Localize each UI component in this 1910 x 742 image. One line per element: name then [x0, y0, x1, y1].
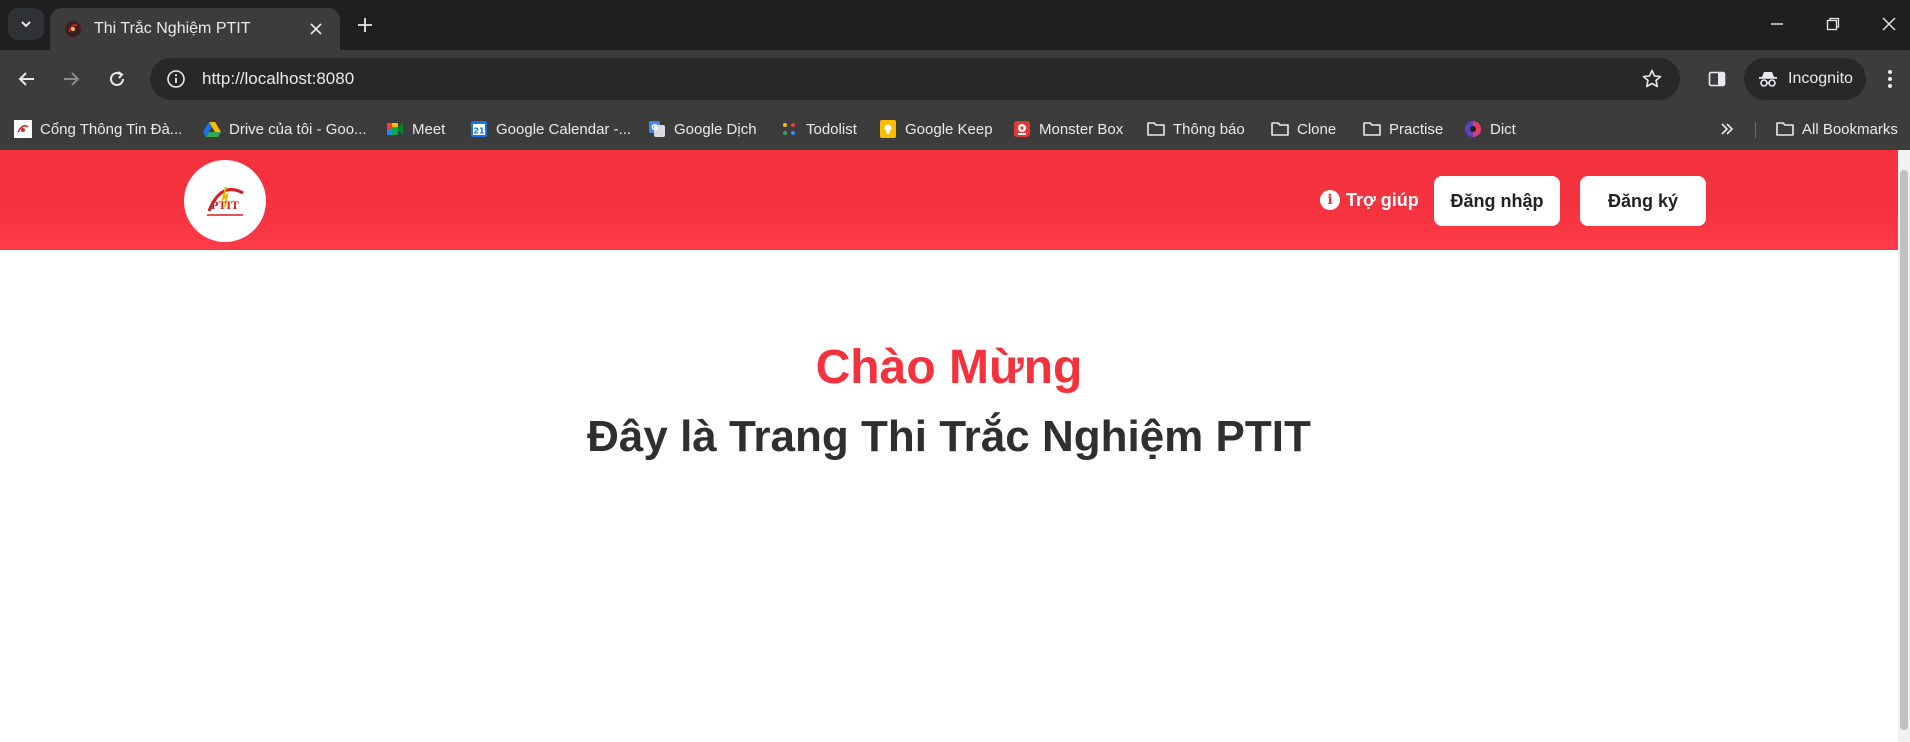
close-icon — [1882, 17, 1896, 31]
arrow-right-icon — [64, 72, 80, 86]
bookmark-item[interactable]: G Google Dịch — [648, 116, 757, 142]
help-link[interactable]: i Trợ giúp — [1320, 186, 1419, 214]
register-button[interactable]: Đăng ký — [1580, 176, 1706, 226]
restore-icon — [1826, 17, 1840, 31]
side-panel-button[interactable] — [1698, 60, 1736, 98]
browser-toolbar: http://localhost:8080 Incognito — [0, 50, 1910, 108]
help-label: Trợ giúp — [1346, 189, 1419, 210]
incognito-label: Incognito — [1788, 70, 1853, 87]
browser-menu-button[interactable] — [1874, 60, 1906, 98]
url-text[interactable]: http://localhost:8080 — [202, 69, 1632, 89]
bookmark-label: Cổng Thông Tin Đà... — [40, 120, 183, 138]
bookmark-item[interactable]: Drive của tôi - Goo... — [203, 116, 367, 142]
welcome-subtitle: Đây là Trang Thi Trắc Nghiệm PTIT — [587, 412, 1311, 461]
ptit-favicon — [64, 20, 82, 38]
new-tab-button[interactable] — [350, 12, 380, 38]
todolist-icon — [780, 120, 798, 138]
bookmarks-bar: Cổng Thông Tin Đà... Drive của tôi - Goo… — [0, 108, 1910, 150]
close-window-button[interactable] — [1866, 6, 1910, 42]
bookmark-label: Monster Box — [1039, 120, 1124, 138]
bookmark-label: Dict — [1490, 120, 1516, 138]
welcome-heading: Chào Mừng — [815, 341, 1083, 394]
close-tab-icon[interactable] — [306, 19, 326, 39]
tab-title: Thi Trắc Nghiệm PTIT — [94, 20, 251, 37]
folder-icon — [1776, 120, 1794, 138]
google-calendar-icon: 21 — [470, 120, 488, 138]
plus-icon — [358, 18, 372, 32]
folder-icon — [1147, 120, 1165, 138]
more-bookmarks-button[interactable] — [1712, 116, 1742, 142]
site-info-icon[interactable] — [154, 58, 198, 100]
bookmark-star-icon[interactable] — [1632, 58, 1672, 100]
svg-text:G: G — [651, 123, 658, 132]
bookmark-label: Google Calendar -... — [496, 120, 632, 138]
bookmark-label: Drive của tôi - Goo... — [229, 120, 367, 138]
more-vertical-icon — [1888, 70, 1892, 88]
bookmark-label: Clone — [1297, 120, 1337, 138]
reload-icon — [110, 71, 124, 86]
side-panel-icon — [1708, 71, 1726, 87]
google-drive-icon — [203, 120, 221, 138]
active-tab[interactable]: Thi Trắc Nghiệm PTIT — [50, 8, 340, 50]
bookmark-item[interactable]: Dict — [1464, 116, 1516, 142]
folder-icon — [1363, 120, 1381, 138]
minimize-icon — [1771, 23, 1783, 25]
bookmark-folder[interactable]: Thông báo — [1147, 116, 1245, 142]
restore-button[interactable] — [1810, 6, 1856, 42]
ptit-logo-icon: PTIT — [207, 186, 244, 216]
bookmark-item[interactable]: 21 Google Calendar -... — [470, 116, 631, 142]
bookmark-item[interactable]: Cổng Thông Tin Đà... — [14, 116, 182, 142]
reload-button[interactable] — [98, 60, 136, 98]
ptit-favicon — [14, 120, 32, 138]
bookmark-item[interactable]: Google Keep — [879, 116, 993, 142]
tab-strip: Thi Trắc Nghiệm PTIT — [0, 0, 1910, 50]
address-bar[interactable]: http://localhost:8080 — [150, 58, 1680, 100]
scrollbar-thumb[interactable] — [1900, 170, 1908, 730]
bookmark-label: Meet — [412, 120, 446, 138]
monster-box-icon — [1013, 120, 1031, 138]
tab-search-button[interactable] — [8, 8, 44, 40]
back-button[interactable] — [8, 60, 46, 98]
svg-text:21: 21 — [473, 127, 485, 136]
google-keep-icon — [879, 120, 897, 138]
bookmark-item[interactable]: Meet — [386, 116, 445, 142]
bookmarks-divider — [1755, 122, 1756, 138]
all-bookmarks-label: All Bookmarks — [1802, 120, 1898, 138]
double-chevron-right-icon — [1721, 123, 1734, 135]
bookmark-label: Thông báo — [1173, 120, 1245, 138]
login-button[interactable]: Đăng nhập — [1434, 176, 1560, 226]
page-viewport: PTIT i Trợ giúp Đăng nhập Đăng ký Chào M… — [0, 150, 1910, 742]
google-meet-icon — [386, 120, 404, 138]
bookmark-folder[interactable]: Practise — [1363, 116, 1443, 142]
chevron-down-icon — [21, 21, 31, 28]
dict-icon — [1464, 120, 1482, 138]
info-icon: i — [1320, 190, 1340, 210]
all-bookmarks-button[interactable]: All Bookmarks — [1776, 116, 1898, 142]
forward-button[interactable] — [52, 60, 90, 98]
page-scrollbar[interactable] — [1898, 150, 1910, 742]
incognito-badge[interactable]: Incognito — [1744, 58, 1866, 100]
bookmark-label: Google Dịch — [674, 120, 757, 138]
bookmark-label: Google Keep — [905, 120, 993, 138]
bookmark-folder[interactable]: Clone — [1271, 116, 1336, 142]
google-translate-icon: G — [648, 120, 666, 138]
bookmark-item[interactable]: Todolist — [780, 116, 857, 142]
minimize-button[interactable] — [1754, 6, 1800, 42]
site-header: PTIT i Trợ giúp Đăng nhập Đăng ký — [0, 150, 1898, 250]
bookmark-label: Todolist — [806, 120, 857, 138]
bookmark-item[interactable]: Monster Box — [1013, 116, 1123, 142]
incognito-icon — [1759, 72, 1777, 87]
arrow-left-icon — [18, 72, 34, 86]
bookmark-label: Practise — [1389, 120, 1444, 138]
folder-icon — [1271, 120, 1289, 138]
svg-text:PTIT: PTIT — [211, 198, 239, 212]
site-logo[interactable]: PTIT — [184, 160, 266, 242]
